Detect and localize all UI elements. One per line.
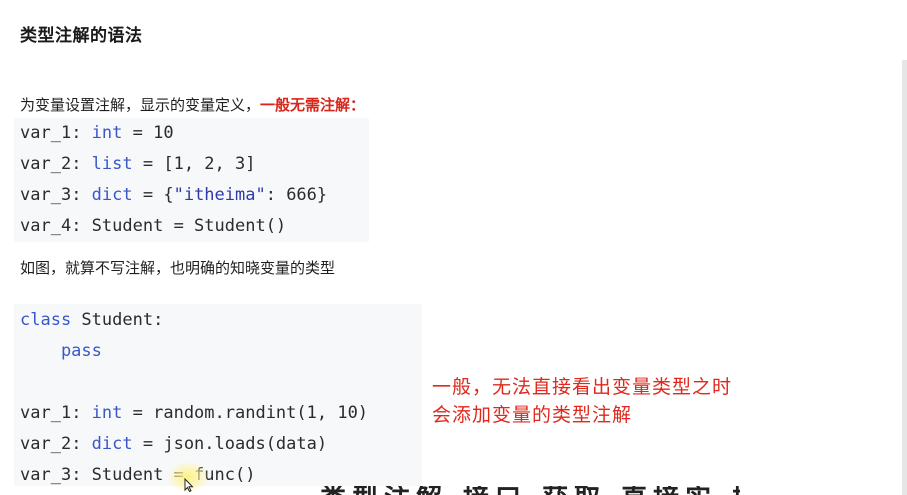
handwritten-annotation-line-1: 一般，无法直接看出变量类型之时 (432, 376, 733, 398)
code-line: var_3: Student = func() (20, 465, 256, 485)
code-line-class: class Student: (20, 310, 164, 330)
code-line: var_2: dict = json.loads(data) (20, 434, 328, 454)
mouse-pointer-icon (184, 478, 194, 492)
handwritten-annotation-line-2: 会添加变量的类型注解 (432, 404, 633, 426)
code-line: var_4: Student = Student() (20, 216, 287, 236)
code-line: var_3: dict = {"itheima": 666} (20, 185, 328, 205)
code-line-pass: pass (20, 341, 102, 361)
intro-text: 为变量设置注解，显示的变量定义，一般无需注解： (20, 94, 365, 115)
explanation-caption: 如图，就算不写注解，也明确的知晓变量的类型 (20, 259, 336, 277)
code-block-explicit-types: var_1: int = 10 var_2: list = [1, 2, 3] … (14, 118, 369, 242)
code-block-annotated-types: class Student: pass var_1: int = random.… (14, 304, 422, 486)
code-line: var_2: list = [1, 2, 3] (20, 154, 256, 174)
code-line: var_1: int = 10 (20, 123, 174, 143)
cut-off-subtitle: 类型注解 接口 获取 直接实 操 (320, 486, 740, 495)
page-edge-divider (902, 60, 907, 495)
intro-highlight-text: 一般无需注解： (260, 96, 366, 114)
intro-plain-text: 为变量设置注解，显示的变量定义， (20, 96, 261, 114)
section-heading: 类型注解的语法 (20, 26, 143, 46)
code-line: var_1: int = random.randint(1, 10) (20, 403, 369, 423)
